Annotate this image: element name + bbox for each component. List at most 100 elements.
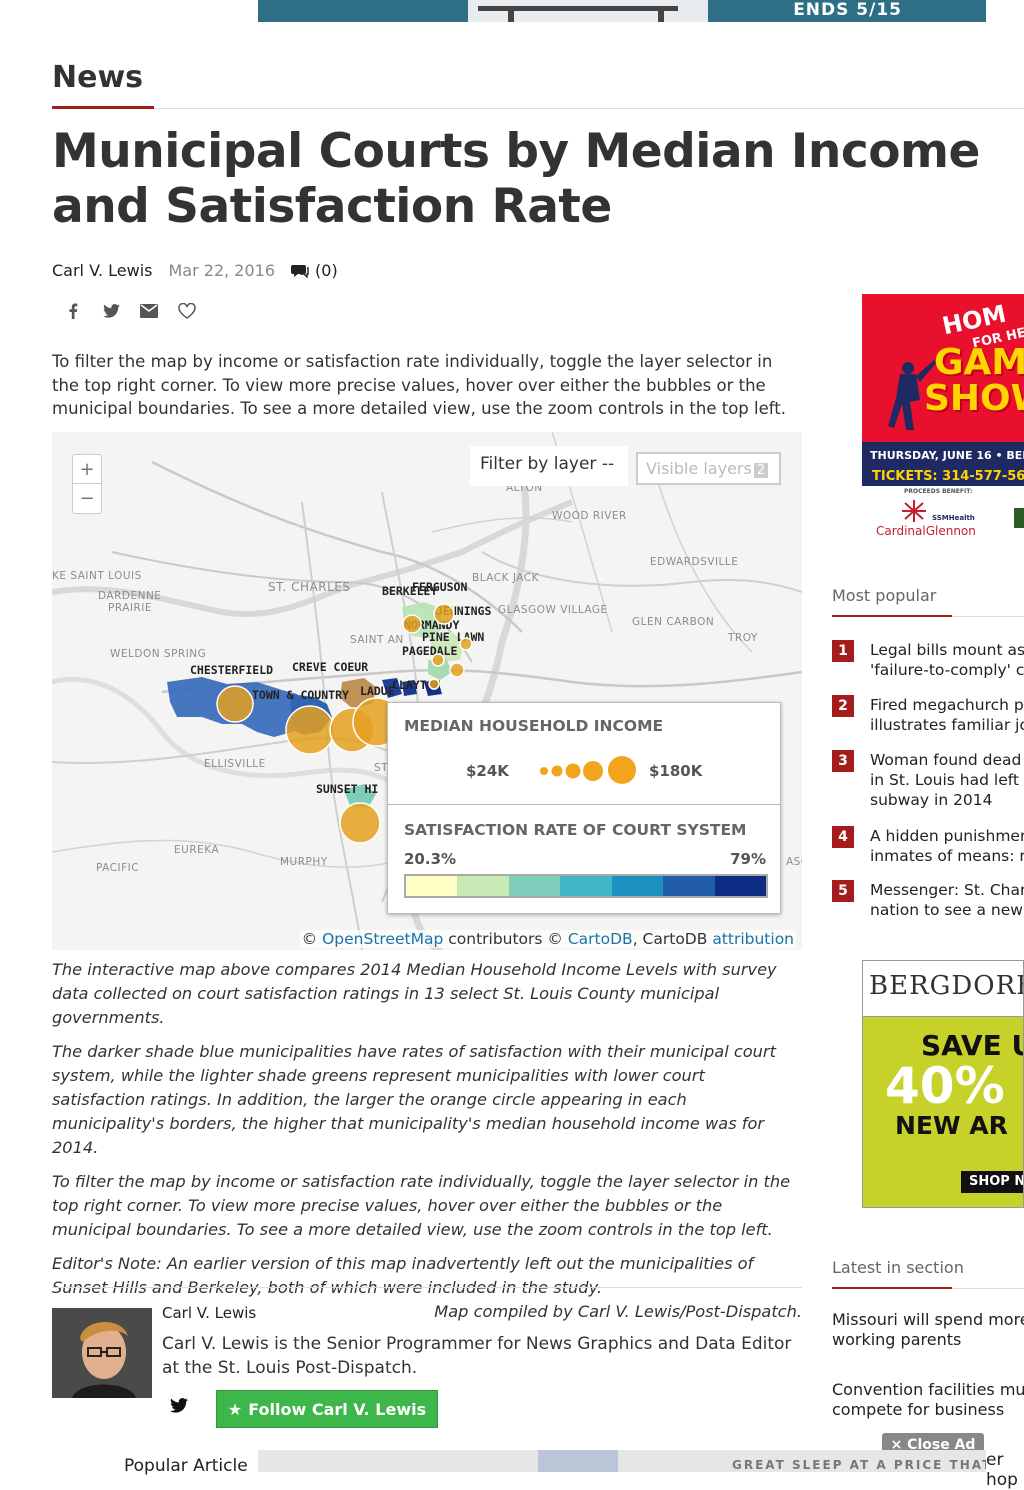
section-divider [52,108,1024,109]
cut-off-text: er hop [986,1450,1018,1490]
zoom-in-button[interactable]: + [73,455,101,484]
ad-ends-text: ENDS 5/15 [793,0,902,20]
caption-paragraph: To filter the map by income or satisfact… [52,1172,791,1239]
ad-tickets-text: TICKETS: 314-577-56 [872,469,1024,484]
author-twitter-icon[interactable] [170,1398,188,1417]
most-popular-title: A hidden punishmen inmates of means: r [870,827,1024,865]
rail-ad-bergdorf[interactable]: BERGDORF G SAVE U 40% NEW AR SHOP N [862,960,1024,1208]
most-popular-title: Woman found dead in St. Louis had left sub… [870,751,1022,809]
twitter-icon[interactable] [100,300,122,322]
most-popular-item[interactable]: 4 A hidden punishmen inmates of means: r [832,826,1024,866]
filter-by-layer-label: Filter by layer -- [470,446,628,486]
ad-show-text: SHOW [924,378,1024,419]
ad-shop-button[interactable]: SHOP N [961,1171,1023,1193]
star-icon: ★ [227,1399,243,1419]
follow-author-button[interactable]: ★ Follow Carl V. Lewis [216,1390,438,1428]
attribution-link[interactable]: attribution [712,930,794,948]
ad-ssm-text: SSMHealth [932,514,975,522]
ramp-swatch-3 [508,876,561,896]
section-title[interactable]: News [52,60,143,95]
most-popular-heading: Most popular [832,586,937,605]
ramp-swatch-7 [714,876,766,896]
income-bubble-chesterfield [216,685,254,723]
rail-ad-game-show[interactable]: HOM FOR HEA GAM SHOW THURSDAY, JUNE 16 •… [862,294,1024,486]
facebook-icon[interactable] [62,300,84,322]
author-name[interactable]: Carl V. Lewis [162,1304,256,1322]
bottom-ad-text: GREAT SLEEP AT A PRICE THAT [732,1458,986,1472]
legend-separator [388,804,780,805]
ad-furniture-image [468,0,708,22]
comments-link[interactable]: (0) [291,261,338,280]
rank-badge: 3 [832,750,854,772]
satisfaction-legend-max: 79% [730,850,766,868]
latest-underline [832,1287,952,1289]
map-credit-author-link[interactable]: Carl V. Lewis/Post-Dispatch. [578,1302,802,1321]
visible-layers-count: 2 [753,463,769,478]
most-popular-item[interactable]: 3 Woman found dead in St. Louis had left s… [832,750,1024,810]
editors-note: Editor's Note: An earlier version of thi… [52,1254,754,1297]
rank-badge: 4 [832,826,854,848]
bottom-sticky-ad[interactable]: GREAT SLEEP AT A PRICE THAT [258,1450,986,1472]
zoom-out-button[interactable]: − [73,484,101,513]
income-legend-title: MEDIAN HOUSEHOLD INCOME [404,717,664,735]
ad-game-text: GAM [934,342,1024,383]
share-bar [62,300,198,322]
ad-bedding-image [538,1450,618,1472]
ad-percent-text: 40% [885,1057,1005,1115]
visible-layers-label: Visible layers [646,459,752,478]
income-bubble-berkeley [402,614,422,634]
attribution-cartodb: , CartoDB [632,930,708,948]
latest-item[interactable]: Missouri will spend more working parents [832,1310,1024,1350]
income-bubble-pagedale [459,637,473,651]
satisfaction-legend-title: SATISFACTION RATE OF COURT SYSTEM [404,821,747,839]
most-popular-item[interactable]: 5 Messenger: St. Char nation to see a new [832,880,1024,920]
ramp-swatch-5 [611,876,664,896]
map-legend: MEDIAN HOUSEHOLD INCOME $24K $180K SATIS… [387,702,781,914]
ad-sponsor-logo-icon [1014,508,1024,528]
top-banner-ad[interactable]: ENDS 5/15 [258,0,986,22]
rank-badge: 1 [832,640,854,662]
caption-paragraph: The interactive map above compares 2014 … [52,960,777,1027]
ad-brand-text: BERGDORF G [869,971,1024,1001]
email-icon[interactable] [138,300,160,322]
satisfaction-legend-min: 20.3% [404,850,457,868]
byline-author[interactable]: Carl V. Lewis [52,261,152,280]
income-bubble-pine-lawn [431,653,445,667]
map-credit-prefix: Map compiled by [434,1302,573,1321]
income-legend-max: $180K [649,762,703,780]
latest-item[interactable]: Convention facilities mus compete for bus… [832,1380,1024,1420]
popular-articles-heading: Popular Article [124,1456,248,1476]
most-popular-title: Fired megachurch p illustrates familiar j… [870,696,1024,734]
heart-icon[interactable] [176,300,198,322]
income-legend-min: $24K [466,762,509,780]
most-popular-item[interactable]: 1 Legal bills mount as'failure-to-comply… [832,640,1024,680]
author-photo[interactable] [52,1308,152,1398]
ramp-swatch-6 [663,876,715,896]
byline-date: Mar 22, 2016 [168,261,276,280]
attribution-copyright: © [301,930,318,948]
openstreetmap-link[interactable]: OpenStreetMap [322,930,443,948]
comment-icon [291,264,309,278]
most-popular-underline [832,615,952,617]
income-bubble-creve-coeur [285,705,335,755]
article-headline: Municipal Courts by Median Income and Sa… [52,124,980,234]
cartodb-link[interactable]: CartoDB [568,930,633,948]
most-popular-title: Messenger: St. Char nation to see a new [870,881,1024,919]
map-attribution: © OpenStreetMap contributors © CartoDB, … [299,930,796,948]
visible-layers-selector[interactable]: Visible layers 2 [636,452,781,485]
interactive-map[interactable]: KE SAINT LOUIS DARDENNE PRAIRIE ST. CHAR… [52,432,802,950]
income-bubble-sunset-hills [339,802,381,844]
ad-proceeds-text: PROCEEDS BENEFIT: [904,488,973,495]
byline: Carl V. Lewis Mar 22, 2016 (0) [52,261,338,280]
most-popular-title: Legal bills mount as'failure-to-comply' … [870,641,1024,679]
article-intro: To filter the map by income or satisfact… [52,352,786,418]
author-bio: Carl V. Lewis is the Senior Programmer f… [162,1334,792,1378]
attribution-contributors: contributors © [448,930,563,948]
author-divider [52,1287,802,1288]
comment-count: (0) [315,261,338,280]
rank-badge: 2 [832,695,854,717]
most-popular-item[interactable]: 2 Fired megachurch p illustrates familiar… [832,695,1024,735]
rail-ad-sponsor[interactable]: PROCEEDS BENEFIT: SSMHealth CardinalGlen… [862,486,1024,546]
map-captions: The interactive map above compares 2014 … [52,958,802,1334]
ramp-swatch-4 [560,876,612,896]
